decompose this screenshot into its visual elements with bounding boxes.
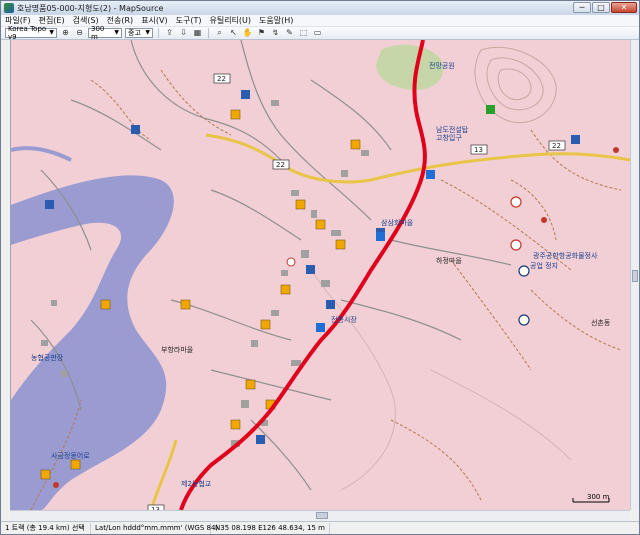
toolbar-separator — [158, 28, 159, 38]
mapsource-window: 호남명품05-000-지형도(2) - MapSource ─ □ ✕ 파일(F… — [0, 0, 640, 535]
place-label: 농협공판장 — [31, 353, 64, 362]
send-to-device-icon[interactable]: ⇪ — [164, 28, 175, 38]
status-coordinates: N35 08.198 E126 48.634, 15 m — [211, 522, 330, 534]
chevron-down-icon: ▼ — [145, 29, 150, 36]
window-title: 호남명품05-000-지형도(2) - MapSource — [17, 3, 164, 13]
map-canvas[interactable]: 22 22 22 13 13 전망공원 남도전설탑 고창입구 광주공항항공화물정… — [11, 40, 630, 510]
title-bar: 호남명품05-000-지형도(2) - MapSource ─ □ ✕ — [1, 1, 639, 15]
road-22-label: 22 — [276, 161, 285, 169]
vertical-scroll-thumb[interactable] — [632, 270, 638, 282]
window-controls: ─ □ ✕ — [573, 2, 637, 13]
red-marker-icon — [613, 147, 619, 153]
chevron-down-icon: ▼ — [49, 29, 54, 36]
detail-value: 중고 — [128, 29, 141, 37]
pointer-tool-icon[interactable]: ⬚ — [298, 28, 309, 38]
waypoint-tool-icon[interactable]: ⚑ — [256, 28, 267, 38]
road-13-label: 13 — [474, 146, 483, 154]
map-view[interactable]: 22 22 22 13 13 전망공원 남도전설탑 고창입구 광주공항항공화물정… — [10, 40, 630, 510]
route-tool-icon[interactable]: ↯ — [270, 28, 281, 38]
parking-icon — [510, 239, 522, 251]
village-label: 하정마을 — [436, 256, 462, 265]
tower-label: 남도전설탑 — [436, 125, 469, 134]
restaurant-icon — [70, 459, 81, 470]
village-label: 부항라마을 — [161, 345, 194, 354]
restaurant-icon — [230, 419, 241, 430]
trailhead-icon — [316, 323, 325, 332]
menu-utilities[interactable]: 유틸리티(U) — [209, 15, 251, 26]
restaurant-icon — [350, 139, 361, 150]
restaurant-icon — [245, 379, 256, 390]
restaurant-icon — [180, 299, 191, 310]
selection-tool-icon[interactable]: ↖ — [228, 28, 239, 38]
parking-icon — [286, 257, 296, 267]
shop-icon — [45, 200, 54, 209]
restaurant-icon — [315, 219, 326, 230]
menu-view[interactable]: 표시(V) — [141, 15, 167, 26]
entrance-label: 고창입구 — [436, 134, 462, 142]
status-bar: 1 트랙 (총 19.4 km) 선택 Lat/Lon hddd°mm.mmm'… — [1, 521, 639, 534]
zoom-in-icon[interactable]: ⊕ — [60, 28, 71, 38]
shop-icon — [571, 135, 580, 144]
detail-select[interactable]: 중고 ▼ — [125, 28, 153, 38]
road-22-label: 22 — [552, 142, 561, 150]
restaurant-icon — [295, 199, 306, 210]
place-label: 사금정몽어로 — [51, 451, 90, 460]
shop-icon — [241, 90, 250, 99]
zoom-out-icon[interactable]: ⊖ — [74, 28, 85, 38]
village-label: 삼삼회마을 — [381, 218, 414, 227]
horizontal-scroll-thumb[interactable] — [316, 512, 328, 519]
bus-icon — [518, 265, 530, 277]
scale-label: 300 m — [587, 493, 610, 501]
horizontal-scrollbar[interactable] — [10, 510, 630, 521]
map-product-value: Korea Topo v9 — [8, 25, 47, 41]
measure-tool-icon[interactable]: ▭ — [312, 28, 323, 38]
restaurant-icon — [100, 299, 111, 310]
map-sets-icon[interactable]: ▦ — [192, 28, 203, 38]
toolbar: Korea Topo v9 ▼ ⊕ ⊖ 300 m ▼ 중고 ▼ ⇪ ⇩ ▦ ⌕ ↖ … — [1, 25, 639, 41]
zoom-scale-value: 300 m — [91, 25, 105, 41]
menu-tools[interactable]: 도구(T) — [176, 15, 202, 26]
menu-help[interactable]: 도움말(H) — [259, 15, 293, 26]
restaurant-icon — [230, 109, 241, 120]
zoom-tool-icon[interactable]: ⌕ — [214, 28, 225, 38]
status-position-format: Lat/Lon hddd°mm.mmm' (WGS 84) — [91, 522, 218, 534]
map-product-select[interactable]: Korea Topo v9 ▼ — [5, 25, 57, 41]
bridge-label: 제2농협교 — [181, 479, 212, 488]
shop-icon — [326, 300, 335, 309]
toolbar-separator — [208, 28, 209, 38]
red-marker-icon — [541, 217, 547, 223]
shop-icon — [256, 435, 265, 444]
minimize-button[interactable]: ─ — [573, 2, 591, 13]
red-marker-icon — [53, 482, 59, 488]
trailhead-icon — [376, 232, 385, 241]
status-selection: 1 트랙 (총 19.4 km) 선택 — [1, 522, 91, 534]
cargo-office-label: 광주공항항공화물정사 — [533, 251, 598, 260]
park-name-label: 전망공원 — [429, 61, 455, 70]
bus-stop-label: 공업 정지 — [530, 261, 558, 270]
left-margin — [1, 40, 10, 521]
maximize-button[interactable]: □ — [592, 2, 610, 13]
close-button[interactable]: ✕ — [611, 2, 637, 13]
restaurant-icon — [280, 284, 291, 295]
hand-tool-icon[interactable]: ✋ — [242, 28, 253, 38]
mapsource-app-icon — [4, 3, 14, 13]
shop-icon — [131, 125, 140, 134]
vertical-scrollbar[interactable] — [630, 40, 639, 510]
trailhead-icon — [426, 170, 435, 179]
zoom-scale-select[interactable]: 300 m ▼ — [88, 25, 122, 41]
parking-icon — [510, 196, 522, 208]
chevron-down-icon: ▼ — [114, 29, 119, 36]
village-label: 선촌동 — [591, 318, 611, 327]
road-22-label: 22 — [217, 75, 226, 83]
hospital-icon — [486, 105, 495, 114]
bus-icon — [518, 314, 530, 326]
restaurant-icon — [260, 319, 271, 330]
receive-from-device-icon[interactable]: ⇩ — [178, 28, 189, 38]
market-label: 전통시장 — [331, 315, 357, 324]
restaurant-icon — [40, 469, 51, 480]
track-tool-icon[interactable]: ✎ — [284, 28, 295, 38]
restaurant-icon — [335, 239, 346, 250]
shop-icon — [306, 265, 315, 274]
